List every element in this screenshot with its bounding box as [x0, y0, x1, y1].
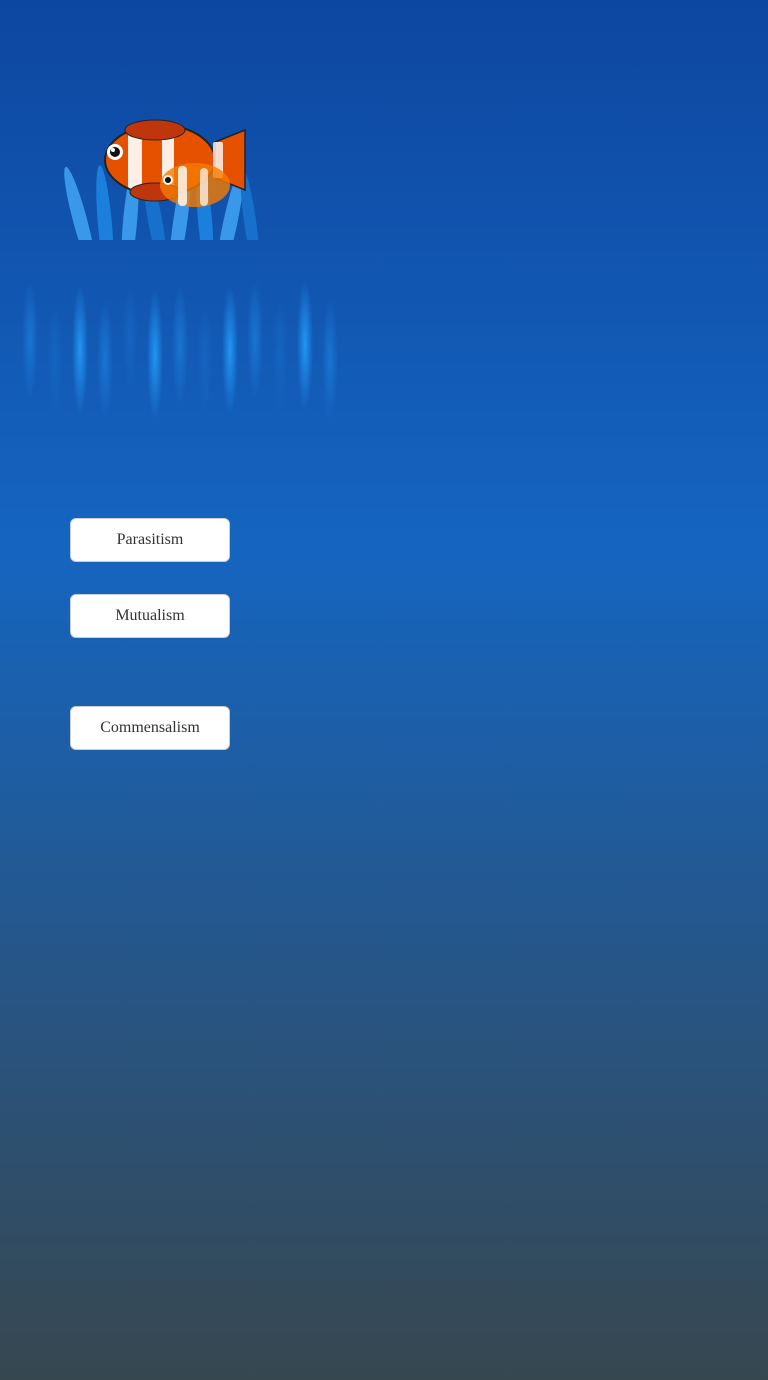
commensalism-box[interactable]: Commensalism	[70, 706, 230, 750]
hero-image	[388, 40, 738, 380]
header-section: Symbiosis	[0, 0, 768, 410]
anemone-background	[388, 40, 738, 380]
mutualism-box[interactable]: Mutualism	[70, 594, 230, 638]
parasitism-box[interactable]: Parasitism	[70, 518, 230, 562]
